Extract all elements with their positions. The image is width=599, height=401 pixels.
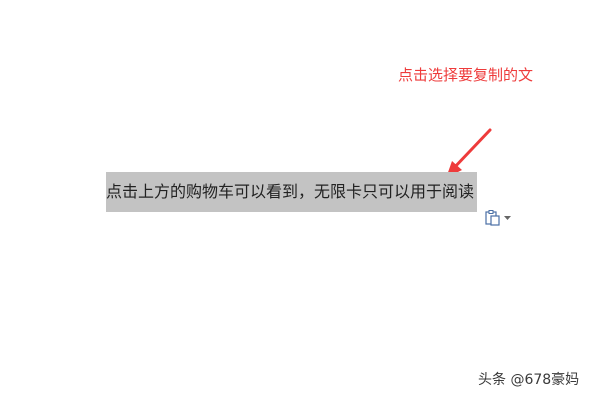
chevron-down-icon (504, 216, 511, 220)
clipboard-icon (485, 210, 500, 226)
watermark: 头条 @678豪妈 (478, 372, 580, 388)
annotation-label: 点击选择要复制的文 (398, 66, 534, 84)
selected-text[interactable]: 点击上方的购物车可以看到，无限卡只可以用于阅读 (106, 180, 474, 204)
paste-options-button[interactable] (484, 208, 516, 228)
